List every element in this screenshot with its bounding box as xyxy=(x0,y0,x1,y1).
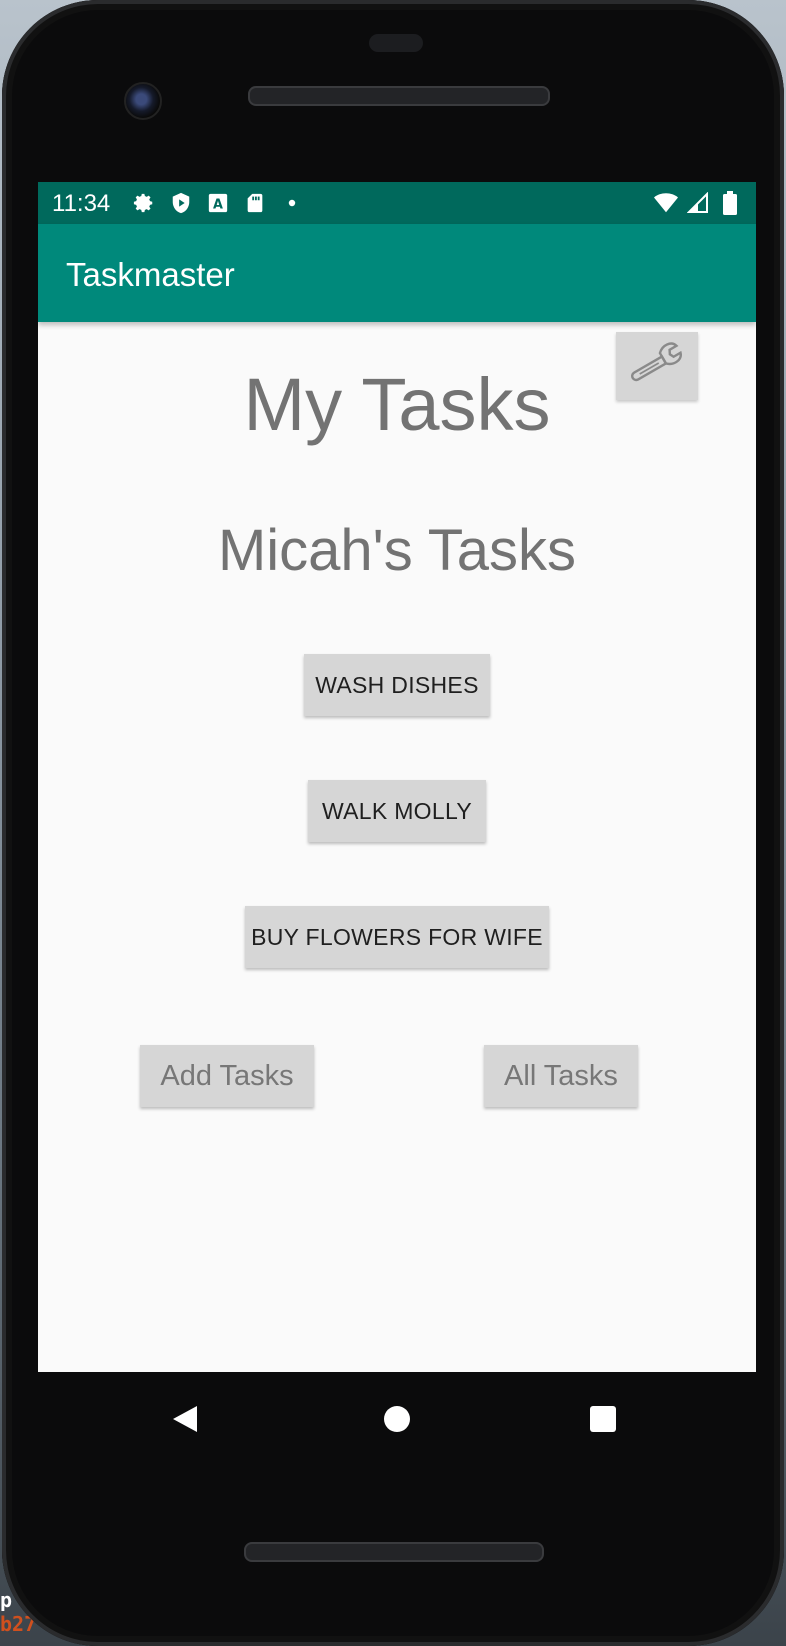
phone-frame: 11:34 A Taskmaster My Tasks Micah's Task… xyxy=(2,0,784,1646)
sensor-pill xyxy=(369,34,423,52)
back-icon[interactable] xyxy=(171,1404,199,1439)
task-button-walk-molly[interactable]: WALK MOLLY xyxy=(308,780,486,842)
signal-icon xyxy=(686,191,710,215)
task-button-wash-dishes[interactable]: WASH DISHES xyxy=(304,654,490,716)
status-bar: 11:34 A xyxy=(38,182,756,224)
home-icon[interactable] xyxy=(383,1405,411,1438)
add-tasks-button[interactable]: Add Tasks xyxy=(140,1045,314,1107)
dot-icon xyxy=(280,191,304,215)
gear-icon xyxy=(132,191,156,215)
task-button-buy-flowers[interactable]: BUY FLOWERS FOR WIFE xyxy=(245,906,549,968)
wifi-icon xyxy=(654,191,678,215)
earpiece-speaker xyxy=(248,86,550,106)
system-nav-bar xyxy=(38,1372,756,1464)
battery-icon xyxy=(718,191,742,215)
shield-play-icon xyxy=(169,191,193,215)
recents-icon[interactable] xyxy=(589,1405,617,1438)
app-bar: Taskmaster xyxy=(38,224,756,322)
all-tasks-button[interactable]: All Tasks xyxy=(484,1045,638,1107)
font-a-icon: A xyxy=(206,191,230,215)
app-title: Taskmaster xyxy=(66,256,235,293)
user-tasks-heading: Micah's Tasks xyxy=(217,518,577,583)
bottom-speaker xyxy=(244,1542,544,1562)
status-time: 11:34 xyxy=(52,190,111,217)
status-icons-right xyxy=(654,191,742,215)
front-camera xyxy=(124,82,162,120)
svg-text:A: A xyxy=(213,198,223,213)
sd-card-icon xyxy=(243,191,267,215)
status-icons-left: A xyxy=(132,191,304,215)
page-title: My Tasks xyxy=(243,363,551,446)
screen: 11:34 A Taskmaster My Tasks Micah's Task… xyxy=(38,182,756,1372)
